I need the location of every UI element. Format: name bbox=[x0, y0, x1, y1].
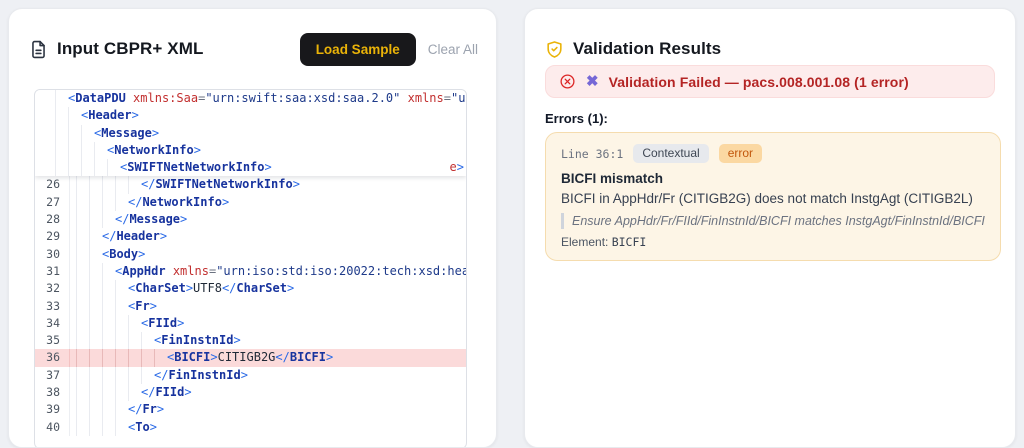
error-card: Line 36:1 Contextual error BICFI mismatc… bbox=[545, 132, 1001, 261]
input-panel-title: Input CBPR+ XML bbox=[57, 39, 203, 59]
line-number: 29 bbox=[35, 228, 69, 245]
validation-results-panel: Validation Results ✖ Validation Failed —… bbox=[524, 8, 1016, 448]
validation-failed-banner: ✖ Validation Failed — pacs.008.001.08 (1… bbox=[545, 65, 995, 98]
code-lines: 26</SWIFTNetNetworkInfo>27</NetworkInfo>… bbox=[35, 176, 466, 435]
line-number: 39 bbox=[35, 401, 69, 418]
code-line: 37</FinInstnId> bbox=[35, 367, 466, 384]
load-sample-button[interactable]: Load Sample bbox=[300, 33, 416, 66]
error-line-ref: Line 36:1 bbox=[561, 147, 623, 161]
code-line: 32<CharSet>UTF8</CharSet> bbox=[35, 280, 466, 297]
error-element-value: BICFI bbox=[612, 235, 647, 249]
error-message: BICFI in AppHdr/Fr (CITIGB2G) does not m… bbox=[561, 191, 985, 206]
error-severity-badge: error bbox=[719, 144, 762, 163]
line-number: 34 bbox=[35, 315, 69, 332]
line-number: 35 bbox=[35, 332, 69, 349]
document-icon bbox=[29, 40, 48, 59]
code-line: 39</Fr> bbox=[35, 401, 466, 418]
line-number: 27 bbox=[35, 194, 69, 211]
error-category-badge: Contextual bbox=[633, 144, 708, 163]
validation-panel-title: Validation Results bbox=[573, 39, 721, 59]
validation-failed-text: Validation Failed — pacs.008.001.08 (1 e… bbox=[609, 74, 909, 90]
code-line: 34<FIId> bbox=[35, 315, 466, 332]
cross-mark-icon: ✖ bbox=[586, 74, 599, 89]
code-line: 30<Body> bbox=[35, 246, 466, 263]
clear-all-button[interactable]: Clear All bbox=[428, 42, 478, 57]
validation-panel-header: Validation Results bbox=[545, 31, 997, 67]
code-line: 29</Header> bbox=[35, 228, 466, 245]
error-title: BICFI mismatch bbox=[561, 171, 985, 186]
sticky-code-line: <DataPDU xmlns:Saa="urn:swift:saa:xsd:sa… bbox=[35, 90, 466, 107]
error-element-label: Element: bbox=[561, 235, 608, 249]
shield-check-icon bbox=[545, 40, 564, 59]
line-number: 31 bbox=[35, 263, 69, 280]
line-number: 32 bbox=[35, 280, 69, 297]
code-line: 38</FIId> bbox=[35, 384, 466, 401]
error-element: Element: BICFI bbox=[561, 235, 985, 249]
xml-editor[interactable]: <DataPDU xmlns:Saa="urn:swift:saa:xsd:sa… bbox=[34, 89, 467, 448]
error-meta-row: Line 36:1 Contextual error bbox=[561, 144, 985, 163]
sticky-code-line: <SWIFTNetNetworkInfo>e> bbox=[35, 159, 466, 176]
circle-x-icon bbox=[559, 73, 576, 90]
line-number: 30 bbox=[35, 246, 69, 263]
code-line: 27</NetworkInfo> bbox=[35, 194, 466, 211]
sticky-code-line: <Header> bbox=[35, 107, 466, 124]
code-line: 33<Fr> bbox=[35, 298, 466, 315]
code-line: 26</SWIFTNetNetworkInfo> bbox=[35, 176, 466, 193]
code-line: 40<To> bbox=[35, 419, 466, 436]
code-line: 31<AppHdr xmlns="urn:iso:std:iso:20022:t… bbox=[35, 263, 466, 280]
error-suggestion: Ensure AppHdr/Fr/FIId/FinInstnId/BICFI m… bbox=[561, 213, 985, 229]
code-line: 28</Message> bbox=[35, 211, 466, 228]
line-number: 33 bbox=[35, 298, 69, 315]
errors-count-label: Errors (1): bbox=[545, 111, 608, 126]
sticky-context-lines: <DataPDU xmlns:Saa="urn:swift:saa:xsd:sa… bbox=[35, 90, 466, 176]
line-number: 28 bbox=[35, 211, 69, 228]
sticky-code-line: <Message> bbox=[35, 125, 466, 142]
code-line-error: 36<BICFI>CITIGB2G</BICFI> bbox=[35, 349, 466, 366]
line-number: 40 bbox=[35, 419, 69, 436]
input-panel-header: Input CBPR+ XML Load Sample Clear All bbox=[29, 31, 478, 67]
line-number: 37 bbox=[35, 367, 69, 384]
line-number: 38 bbox=[35, 384, 69, 401]
sticky-code-line: <NetworkInfo> bbox=[35, 142, 466, 159]
line-number: 36 bbox=[35, 349, 69, 366]
code-line: 35<FinInstnId> bbox=[35, 332, 466, 349]
input-xml-panel: Input CBPR+ XML Load Sample Clear All <D… bbox=[8, 8, 497, 448]
line-number: 26 bbox=[35, 176, 69, 193]
